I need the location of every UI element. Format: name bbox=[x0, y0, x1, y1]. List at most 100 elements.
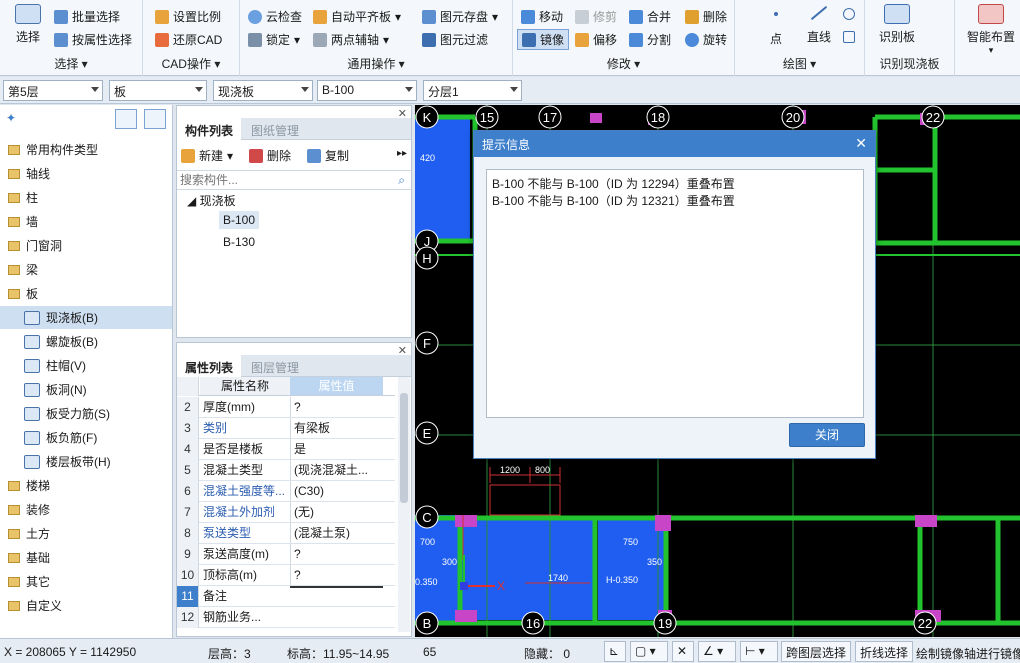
lock-button[interactable]: 锁定 ▾ bbox=[248, 31, 300, 48]
tree-subitem[interactable]: 现浇板(B) bbox=[0, 306, 172, 329]
dim-label: 0.350 bbox=[415, 577, 438, 587]
property-value[interactable]: (C30) bbox=[290, 481, 383, 501]
close-icon[interactable]: ✕ bbox=[855, 135, 867, 152]
recognize-slab-button[interactable]: 识别板 bbox=[875, 4, 919, 45]
tab-component-list[interactable]: 构件列表 bbox=[177, 118, 242, 140]
tree-item[interactable]: 土方 bbox=[0, 522, 172, 545]
merge-button[interactable]: 合并 bbox=[629, 8, 671, 25]
property-row[interactable]: 2 厚度(mm)? bbox=[177, 397, 395, 418]
property-value[interactable]: (现浇混凝土... bbox=[290, 460, 383, 480]
tree-subitem[interactable]: 楼层板带(H) bbox=[0, 450, 172, 473]
smart-layout-button[interactable]: 智能布置 ▾ bbox=[963, 4, 1019, 56]
floor-select[interactable]: 第5层 bbox=[3, 80, 103, 101]
layer-select[interactable]: 分层1 bbox=[423, 80, 522, 101]
tree-item[interactable]: 楼梯 bbox=[0, 474, 172, 497]
trim-button[interactable]: 修剪 bbox=[575, 8, 617, 25]
grid-view-icon[interactable] bbox=[144, 109, 166, 129]
property-value[interactable]: ? bbox=[290, 397, 383, 417]
property-row[interactable]: 4 是否是楼板 是 bbox=[177, 439, 395, 460]
restore-cad-button[interactable]: 还原CAD bbox=[155, 31, 222, 48]
property-row[interactable]: 11 备注 bbox=[177, 586, 395, 607]
component-select[interactable]: B-100 bbox=[317, 80, 417, 101]
copy-component-button[interactable]: 复制 bbox=[307, 147, 349, 164]
tree-item[interactable]: 基础 bbox=[0, 546, 172, 569]
tree-item[interactable]: 自定义 bbox=[0, 594, 172, 617]
circle-draw-button[interactable] bbox=[843, 8, 855, 20]
tree-item[interactable]: 柱 bbox=[0, 186, 172, 209]
tree-item[interactable]: 装修 bbox=[0, 498, 172, 521]
tree-subitem[interactable]: 板受力筋(S) bbox=[0, 402, 172, 425]
angle-icon[interactable]: ∠ ▾ bbox=[698, 641, 736, 662]
property-value[interactable] bbox=[290, 586, 383, 588]
dimension-icon[interactable]: ⊢ ▾ bbox=[740, 641, 778, 662]
tree-root[interactable]: ◢ 现浇板 bbox=[187, 192, 236, 209]
pin-icon[interactable]: ✦ bbox=[6, 111, 16, 125]
property-value[interactable]: 有梁板 bbox=[290, 418, 383, 438]
property-value[interactable]: ? bbox=[290, 565, 383, 585]
ortho-icon[interactable]: ⊾ bbox=[604, 641, 626, 662]
tree-item[interactable]: 轴线 bbox=[0, 162, 172, 185]
tab-layer-management[interactable]: 图层管理 bbox=[243, 355, 307, 377]
tree-item[interactable]: 常用构件类型 bbox=[0, 138, 172, 161]
attr-select-button[interactable]: 按属性选择 bbox=[54, 31, 132, 48]
snap-icon[interactable]: ▢ ▾ bbox=[630, 641, 668, 662]
tree-item[interactable]: 梁 bbox=[0, 258, 172, 281]
property-value[interactable]: (混凝土泵) bbox=[290, 523, 383, 543]
subtype-select[interactable]: 现浇板 bbox=[213, 80, 313, 101]
polyline-select-button[interactable]: 折线选择 bbox=[855, 641, 914, 662]
move-button[interactable]: 移动 bbox=[521, 8, 563, 25]
offset-button[interactable]: 偏移 bbox=[575, 31, 617, 48]
property-row[interactable]: 9 泵送高度(m)? bbox=[177, 544, 395, 565]
delete-button[interactable]: 删除 bbox=[685, 8, 727, 25]
rotate-button[interactable]: 旋转 bbox=[685, 31, 727, 48]
tree-subitem[interactable]: 螺旋板(B) bbox=[0, 330, 172, 353]
tree-item[interactable]: 板 bbox=[0, 282, 172, 305]
property-value[interactable]: ? bbox=[290, 544, 383, 564]
cloud-check-button[interactable]: 云检查 bbox=[248, 8, 302, 25]
save-elements-button[interactable]: 图元存盘 ▾ bbox=[422, 8, 498, 25]
property-row[interactable]: 6 混凝土强度等... (C30) bbox=[177, 481, 395, 502]
close-button[interactable]: 关闭 bbox=[789, 423, 865, 447]
property-row[interactable]: 7 混凝土外加剂 (无) bbox=[177, 502, 395, 523]
two-point-axis-button[interactable]: 两点辅轴 ▾ bbox=[313, 31, 389, 48]
property-row[interactable]: 12 钢筋业务... bbox=[177, 607, 395, 628]
batch-select-button[interactable]: 批量选择 bbox=[54, 8, 120, 25]
search-icon[interactable]: ⌕ bbox=[398, 173, 405, 188]
set-scale-button[interactable]: 设置比例 bbox=[155, 8, 221, 25]
scrollbar[interactable] bbox=[398, 377, 410, 632]
more-icon[interactable]: ▸▸ bbox=[397, 148, 407, 159]
tree-subitem[interactable]: 柱帽(V) bbox=[0, 354, 172, 377]
tree-item[interactable]: 门窗洞 bbox=[0, 234, 172, 257]
component-search-input[interactable] bbox=[177, 170, 411, 190]
property-row[interactable]: 3 类别 有梁板 bbox=[177, 418, 395, 439]
cross-layer-select-button[interactable]: 跨图层选择 bbox=[781, 641, 852, 662]
new-component-button[interactable]: 新建 ▾ bbox=[181, 147, 233, 164]
line-button[interactable]: 直线 bbox=[803, 4, 835, 45]
property-value[interactable]: (无) bbox=[290, 502, 383, 522]
tree-subitem[interactable]: 板负筋(F) bbox=[0, 426, 172, 449]
list-view-icon[interactable] bbox=[115, 109, 137, 129]
split-button[interactable]: 分割 bbox=[629, 31, 671, 48]
tree-item-b130[interactable]: B-130 bbox=[219, 233, 259, 251]
two-point-axis-label: 两点辅轴 bbox=[331, 33, 380, 47]
property-row[interactable]: 10 顶标高(m)? bbox=[177, 565, 395, 586]
tab-property-list[interactable]: 属性列表 bbox=[177, 355, 242, 377]
select-button[interactable]: 选择 bbox=[8, 4, 48, 45]
delete-component-button[interactable]: 删除 bbox=[249, 147, 291, 164]
mirror-button[interactable]: 镜像 bbox=[517, 29, 570, 50]
scrollbar-thumb[interactable] bbox=[400, 393, 408, 503]
rect-draw-button[interactable] bbox=[843, 31, 855, 43]
property-row[interactable]: 8 泵送类型 (混凝土泵) bbox=[177, 523, 395, 544]
property-value[interactable]: 是 bbox=[290, 439, 383, 459]
point-button[interactable]: 点 bbox=[763, 4, 789, 47]
cross-icon[interactable]: ✕ bbox=[672, 641, 694, 662]
filter-elements-button[interactable]: 图元过滤 bbox=[422, 31, 488, 48]
tree-item[interactable]: 其它 bbox=[0, 570, 172, 593]
tree-item[interactable]: 墙 bbox=[0, 210, 172, 233]
auto-align-button[interactable]: 自动平齐板 ▾ bbox=[313, 8, 401, 25]
property-row[interactable]: 5 混凝土类型 (现浇混凝土... bbox=[177, 460, 395, 481]
tab-drawing-management[interactable]: 图纸管理 bbox=[243, 118, 307, 140]
tree-item-b100[interactable]: B-100 bbox=[219, 211, 260, 229]
type-select[interactable]: 板 bbox=[109, 80, 207, 101]
tree-subitem[interactable]: 板洞(N) bbox=[0, 378, 172, 401]
